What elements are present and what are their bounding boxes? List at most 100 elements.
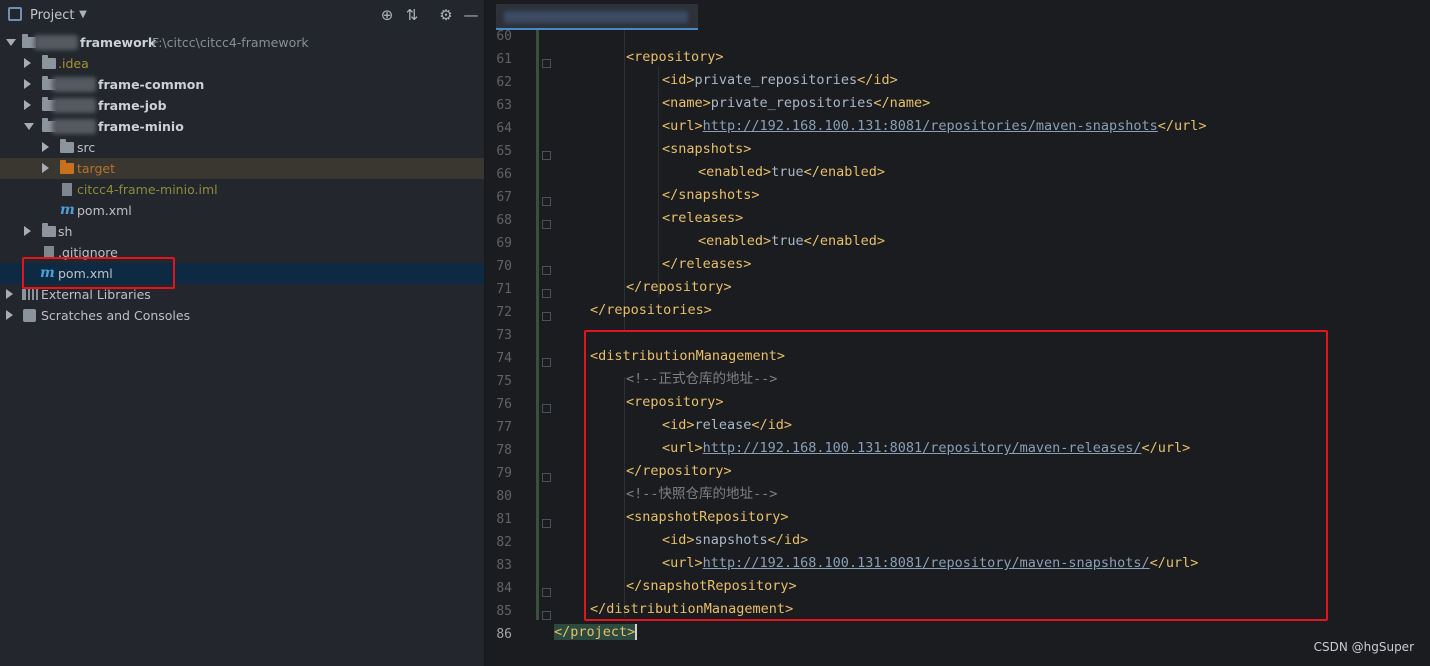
xml-tag: > xyxy=(627,624,638,640)
tree-label: frame-minio xyxy=(98,119,184,134)
tree-label: .idea xyxy=(58,56,89,71)
xml-tag: <url> xyxy=(662,118,703,134)
tree-item-iml[interactable]: citcc4-frame-minio.iml xyxy=(0,179,484,200)
fold-marker-icon[interactable] xyxy=(542,588,551,597)
maven-icon: m xyxy=(60,202,75,218)
fold-marker-icon[interactable] xyxy=(542,358,551,367)
line-number: 75 xyxy=(496,374,512,389)
fold-marker-icon[interactable] xyxy=(542,289,551,298)
code-line-64: <url>http://192.168.100.131:8081/reposit… xyxy=(662,115,1207,138)
tree-item-target[interactable]: target xyxy=(0,158,484,179)
expand-arrow-icon[interactable] xyxy=(6,289,13,299)
tree-label: target xyxy=(77,161,116,176)
root-module-name: framework xyxy=(80,35,157,50)
url-link[interactable]: http://192.168.100.131:8081/repositories… xyxy=(703,118,1158,134)
xml-tag: </project xyxy=(554,624,628,640)
expand-arrow-icon[interactable] xyxy=(6,310,13,320)
xml-tag: </snapshots> xyxy=(662,187,760,203)
tree-label: citcc4-frame-minio.iml xyxy=(77,182,218,197)
line-number: 60 xyxy=(496,29,512,44)
fold-marker-icon[interactable] xyxy=(542,197,551,206)
xml-text: true xyxy=(771,233,804,249)
line-number: 85 xyxy=(496,604,512,619)
code-line-66: <enabled>true</enabled> xyxy=(698,161,885,184)
locate-icon[interactable]: ⊕ xyxy=(378,6,396,24)
tree-item-frame-minio[interactable]: frame-minio xyxy=(0,116,484,137)
project-view-selector[interactable]: Project xyxy=(30,8,74,23)
xml-text: true xyxy=(771,164,804,180)
xml-text: private_repositories xyxy=(710,95,874,111)
xml-tag: </enabled> xyxy=(803,233,885,249)
folder-icon xyxy=(60,139,74,153)
fold-marker-icon[interactable] xyxy=(542,59,551,68)
expand-arrow-icon[interactable] xyxy=(24,226,31,236)
xml-tag: </repository> xyxy=(626,279,732,295)
xml-tag: </url> xyxy=(1157,118,1207,134)
line-number: 65 xyxy=(496,144,512,159)
tree-label: pom.xml xyxy=(77,203,132,218)
code-editor[interactable]: 60 61 62 63 64 65 66 67 68 69 70 71 72 73 74 75 76 77 78 79… xyxy=(486,0,1430,666)
excluded-folder-icon xyxy=(60,160,74,174)
expand-arrow-icon[interactable] xyxy=(42,163,49,173)
scratches-icon xyxy=(23,309,36,322)
tree-item-sh[interactable]: sh xyxy=(0,221,484,242)
expand-arrow-icon[interactable] xyxy=(6,39,16,46)
fold-marker-icon[interactable] xyxy=(542,519,551,528)
expand-arrow-icon[interactable] xyxy=(24,123,34,130)
tree-item-minio-pom[interactable]: m pom.xml xyxy=(0,200,484,221)
tree-item-src[interactable]: src xyxy=(0,137,484,158)
tree-item-frame-job[interactable]: frame-job xyxy=(0,95,484,116)
iml-file-icon xyxy=(62,183,72,196)
line-number: 63 xyxy=(496,98,512,113)
tree-item-idea[interactable]: .idea xyxy=(0,53,484,74)
fold-marker-icon[interactable] xyxy=(542,312,551,321)
line-number: 72 xyxy=(496,305,512,320)
line-number: 86 xyxy=(496,627,512,642)
fold-marker-icon[interactable] xyxy=(542,473,551,482)
xml-tag: </name> xyxy=(873,95,931,111)
expand-arrow-icon[interactable] xyxy=(24,58,31,68)
tree-item-root[interactable]: framework F:\citcc\citcc4-framework xyxy=(0,32,484,53)
line-number: 73 xyxy=(496,328,512,343)
fold-marker-icon[interactable] xyxy=(542,220,551,229)
line-number: 82 xyxy=(496,535,512,550)
expand-arrow-icon[interactable] xyxy=(24,79,31,89)
fold-marker-icon[interactable] xyxy=(542,266,551,275)
project-tool-window: Project ▼ ⊕ ⇅ ⚙ — framework F:\citcc\cit… xyxy=(0,0,484,666)
line-number: 77 xyxy=(496,420,512,435)
expand-arrow-icon[interactable] xyxy=(42,142,49,152)
editor-tab[interactable] xyxy=(496,4,698,30)
tree-item-scratches[interactable]: Scratches and Consoles xyxy=(0,305,484,326)
tree-label: Scratches and Consoles xyxy=(41,308,191,323)
xml-tag: <name> xyxy=(662,95,711,111)
vcs-change-marker[interactable] xyxy=(536,30,539,620)
code-line-67: </snapshots> xyxy=(662,184,760,207)
redacted-text xyxy=(52,77,96,92)
chevron-down-icon[interactable]: ▼ xyxy=(74,6,92,24)
tree-label: sh xyxy=(58,224,73,239)
line-number: 76 xyxy=(496,397,512,412)
line-number: 83 xyxy=(496,558,512,573)
fold-marker-icon[interactable] xyxy=(542,151,551,160)
code-line-71: </repository> xyxy=(626,276,732,299)
redacted-text xyxy=(52,98,96,113)
line-number: 70 xyxy=(496,259,512,274)
line-number: 61 xyxy=(496,52,512,67)
tree-item-frame-common[interactable]: frame-common xyxy=(0,74,484,95)
folder-icon xyxy=(42,55,56,69)
xml-tag: </enabled> xyxy=(803,164,885,180)
code-line-70: </releases> xyxy=(662,253,751,276)
watermark: CSDN @hgSuper xyxy=(1313,640,1414,654)
minimize-icon[interactable]: — xyxy=(462,6,480,24)
collapse-icon[interactable]: ⇅ xyxy=(403,6,421,24)
gear-icon[interactable]: ⚙ xyxy=(437,6,455,24)
xml-tag: <repository> xyxy=(626,49,724,65)
line-number: 64 xyxy=(496,121,512,136)
fold-marker-icon[interactable] xyxy=(542,611,551,620)
line-number: 79 xyxy=(496,466,512,481)
xml-tag: <releases> xyxy=(662,210,744,226)
fold-marker-icon[interactable] xyxy=(542,404,551,413)
code-line-63: <name>private_repositories</name> xyxy=(662,92,930,115)
expand-arrow-icon[interactable] xyxy=(24,100,31,110)
code-line-61: <repository> xyxy=(626,46,724,69)
